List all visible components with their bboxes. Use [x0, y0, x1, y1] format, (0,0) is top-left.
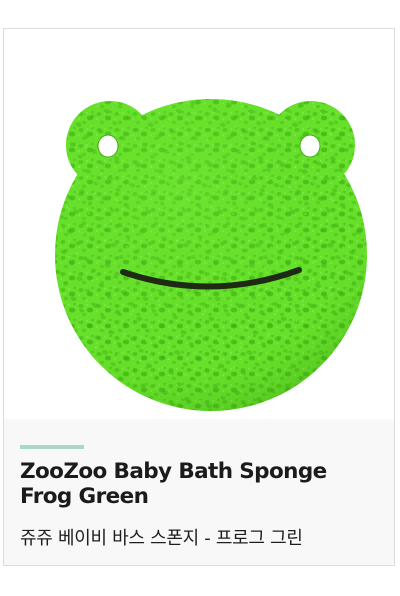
accent-line — [20, 445, 84, 449]
product-image[interactable] — [5, 30, 393, 420]
product-info: ZooZoo Baby Bath Sponge Frog Green 쥬쥬 베이… — [4, 419, 394, 565]
frog-sponge-illustration — [55, 99, 367, 411]
frog-sponge-body — [55, 99, 367, 411]
product-subtitle-korean: 쥬쥬 베이비 바스 스폰지 - 프로그 그린 — [20, 528, 303, 549]
product-title[interactable]: ZooZoo Baby Bath Sponge Frog Green — [20, 459, 380, 509]
product-card[interactable]: ZooZoo Baby Bath Sponge Frog Green 쥬쥬 베이… — [3, 28, 395, 566]
